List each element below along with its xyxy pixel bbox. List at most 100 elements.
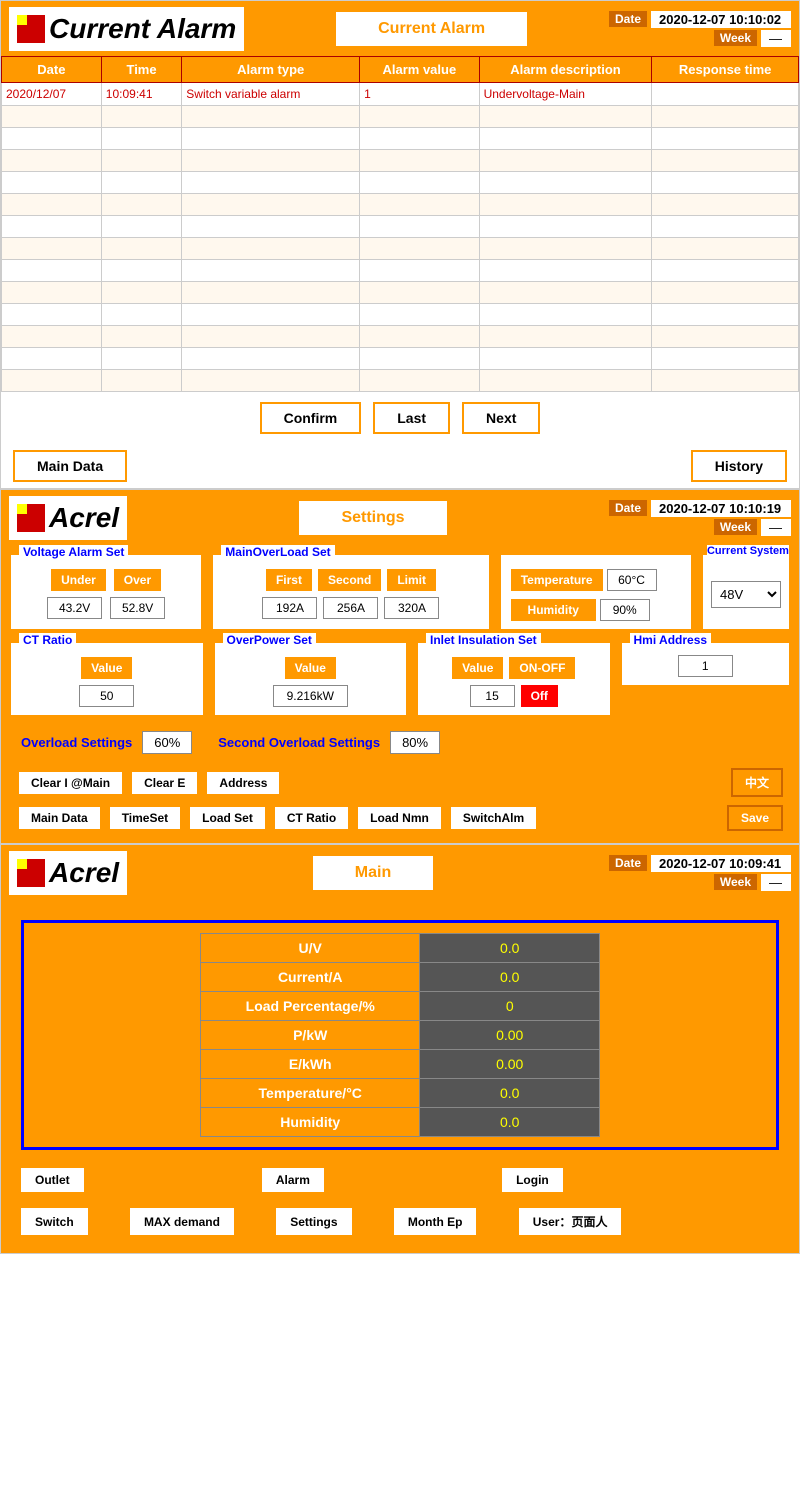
table-cell	[360, 326, 480, 348]
table-cell	[182, 304, 360, 326]
main-overload-label: MainOverLoad Set	[221, 545, 334, 559]
table-cell	[652, 150, 799, 172]
login-button[interactable]: Login	[500, 1166, 565, 1194]
off-button[interactable]: Off	[521, 685, 558, 707]
table-cell: Undervoltage-Main	[479, 83, 652, 106]
clear-i-button[interactable]: Clear I @Main	[17, 770, 124, 796]
main-settings-button[interactable]: Settings	[274, 1206, 353, 1237]
date-value: 2020-12-07 10:10:02	[651, 11, 791, 28]
overpower-label: OverPower Set	[223, 633, 316, 647]
settings-row2: CT Ratio Value OverPower Set Value Inlet…	[9, 641, 791, 717]
main-title: Main	[313, 856, 433, 890]
table-cell	[182, 238, 360, 260]
settings-header: Acrel Settings Date 2020-12-07 10:10:19 …	[1, 490, 799, 545]
date-label: Date	[609, 11, 647, 27]
table-cell	[652, 260, 799, 282]
table-cell	[101, 194, 182, 216]
nav-row1: Outlet Alarm Login	[11, 1160, 789, 1200]
logo-flag-icon	[17, 15, 45, 43]
table-cell	[479, 282, 652, 304]
overpower-value-btn[interactable]: Value	[285, 657, 336, 679]
humidity-btn[interactable]: Humidity	[511, 599, 596, 621]
table-cell	[360, 370, 480, 392]
switch-alm-button[interactable]: SwitchAlm	[449, 805, 538, 831]
overpower-value-input[interactable]	[273, 685, 348, 707]
alarm-title-box: Current Alarm	[254, 12, 609, 46]
inlet-value-input[interactable]	[470, 685, 515, 707]
table-cell	[652, 370, 799, 392]
alarm-title: Current Alarm	[336, 12, 527, 46]
limit-btn[interactable]: Limit	[387, 569, 436, 591]
last-button[interactable]: Last	[373, 402, 450, 434]
data-value: 0.0	[420, 963, 600, 992]
ct-ratio-button[interactable]: CT Ratio	[273, 805, 350, 831]
settings-main-data-button[interactable]: Main Data	[17, 805, 102, 831]
second-btn[interactable]: Second	[318, 569, 381, 591]
table-cell	[652, 348, 799, 370]
alarm-button[interactable]: Alarm	[260, 1166, 326, 1194]
table-cell: 10:09:41	[101, 83, 182, 106]
time-set-button[interactable]: TimeSet	[108, 805, 182, 831]
main-date-value: 2020-12-07 10:09:41	[651, 855, 791, 872]
max-demand-button[interactable]: MAX demand	[128, 1206, 236, 1237]
limit-val-input[interactable]	[384, 597, 439, 619]
current-system-select[interactable]: 48V	[711, 581, 781, 608]
table-cell	[360, 260, 480, 282]
table-cell: 2020/12/07	[2, 83, 102, 106]
table-cell	[2, 370, 102, 392]
under-btn[interactable]: Under	[51, 569, 106, 591]
ct-value-input[interactable]	[79, 685, 134, 707]
table-cell	[479, 304, 652, 326]
second-val-input[interactable]	[323, 597, 378, 619]
voltage-alarm-label: Voltage Alarm Set	[19, 545, 128, 559]
user-button[interactable]: User：页面人	[517, 1206, 624, 1237]
first-btn[interactable]: First	[266, 569, 312, 591]
table-cell	[652, 304, 799, 326]
load-nmn-button[interactable]: Load Nmn	[356, 805, 443, 831]
main-data-button[interactable]: Main Data	[13, 450, 127, 482]
confirm-button[interactable]: Confirm	[260, 402, 362, 434]
settings-row1: Voltage Alarm Set Under Over MainOverLoa…	[9, 553, 791, 631]
under-val-input[interactable]	[47, 597, 102, 619]
temp-btn[interactable]: Temperature	[511, 569, 603, 591]
chinese-button[interactable]: 中文	[731, 768, 783, 797]
switch-button[interactable]: Switch	[19, 1206, 90, 1237]
over-btn[interactable]: Over	[114, 569, 161, 591]
humidity-val-input[interactable]	[600, 599, 650, 621]
week-value: —	[761, 30, 791, 47]
overpower-box: OverPower Set Value	[213, 641, 409, 717]
ct-value-btn[interactable]: Value	[81, 657, 132, 679]
next-button[interactable]: Next	[462, 402, 540, 434]
save-button[interactable]: Save	[727, 805, 783, 831]
inlet-value-btn[interactable]: Value	[452, 657, 503, 679]
col-alarm-value: Alarm value	[360, 57, 480, 83]
main-data-table: U/V0.0Current/A0.0Load Percentage/%0P/kW…	[200, 933, 600, 1137]
table-cell	[360, 238, 480, 260]
table-cell	[101, 326, 182, 348]
month-ep-button[interactable]: Month Ep	[392, 1206, 479, 1237]
table-row	[2, 304, 799, 326]
clear-e-button[interactable]: Clear E	[130, 770, 199, 796]
settings-logo-text: Acrel	[49, 502, 119, 534]
first-val-input[interactable]	[262, 597, 317, 619]
data-row: P/kW0.00	[201, 1021, 600, 1050]
outlet-button[interactable]: Outlet	[19, 1166, 86, 1194]
second-overload-label: Second Overload Settings	[218, 735, 380, 750]
table-cell	[652, 216, 799, 238]
history-button[interactable]: History	[691, 450, 787, 482]
alarm-footer: Main Data History	[1, 444, 799, 488]
settings-logo: Acrel	[9, 496, 127, 540]
temp-val-input[interactable]	[607, 569, 657, 591]
settings-section: Acrel Settings Date 2020-12-07 10:10:19 …	[0, 489, 800, 844]
settings-title-box: Settings	[137, 501, 609, 535]
second-overload-val: 80%	[390, 731, 440, 754]
table-cell	[479, 194, 652, 216]
table-cell	[479, 348, 652, 370]
inlet-onoff-btn[interactable]: ON-OFF	[509, 657, 575, 679]
address-button[interactable]: Address	[205, 770, 281, 796]
table-cell	[101, 282, 182, 304]
data-value: 0.0	[420, 934, 600, 963]
load-set-button[interactable]: Load Set	[188, 805, 267, 831]
over-val-input[interactable]	[110, 597, 165, 619]
hmi-address-input[interactable]	[678, 655, 733, 677]
